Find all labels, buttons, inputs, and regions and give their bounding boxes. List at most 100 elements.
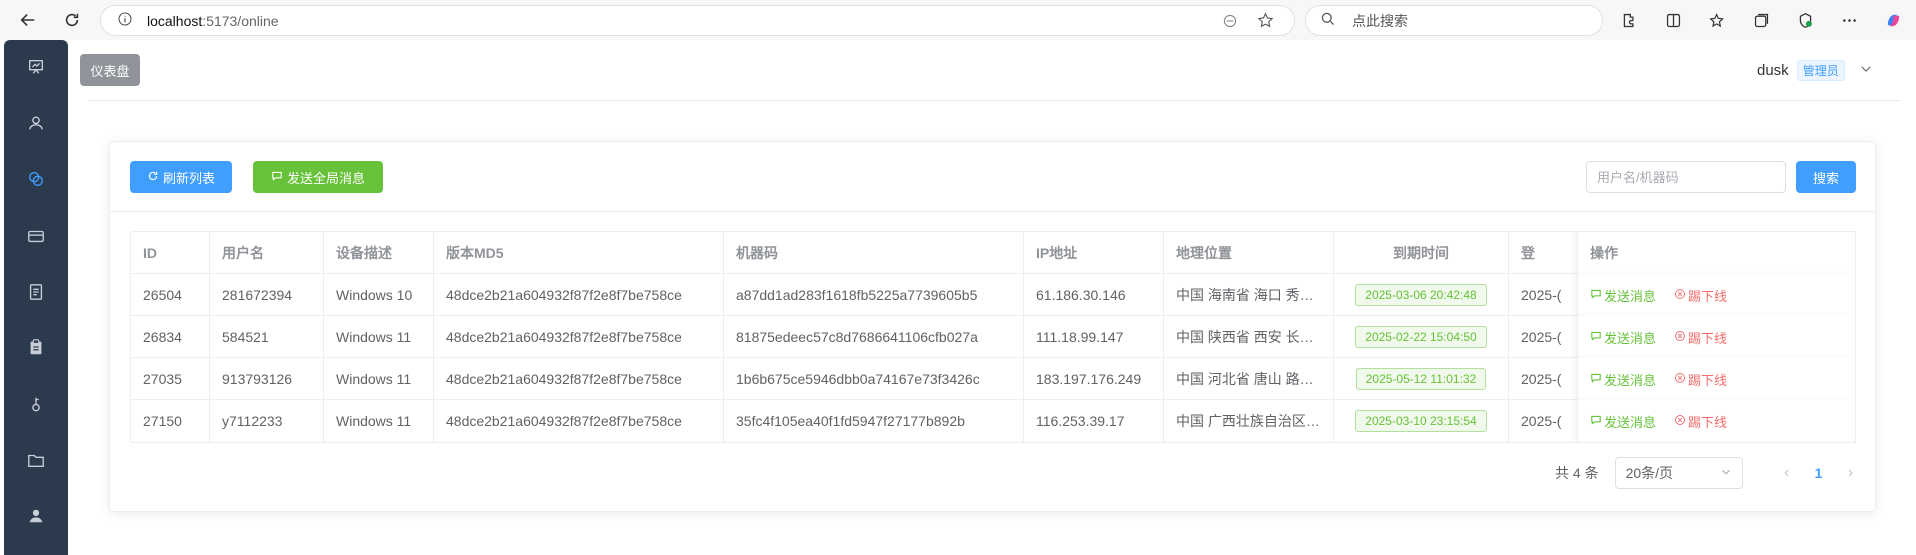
chevron-down-icon — [1720, 465, 1732, 481]
header-divider — [88, 100, 1900, 101]
card-icon — [27, 227, 45, 250]
close-circle-icon — [1674, 372, 1686, 387]
table-header-row: ID 用户名 设备描述 版本MD5 机器码 IP地址 地理位置 到期时间 登 操… — [131, 232, 1855, 274]
send-message-label: 发送消息 — [1604, 414, 1657, 430]
page-number-current[interactable]: 1 — [1801, 465, 1837, 481]
more-menu-icon[interactable] — [1835, 6, 1863, 34]
profile-icon — [27, 507, 45, 530]
sidebar-item-keys[interactable] — [4, 384, 68, 428]
chevron-down-icon[interactable] — [1859, 62, 1873, 80]
username: dusk — [1757, 62, 1789, 79]
sidebar-item-online[interactable] — [4, 159, 68, 203]
send-message-label: 发送消息 — [1604, 372, 1657, 388]
sidebar-item-dashboard[interactable] — [4, 47, 68, 91]
page-size-value: 20条/页 — [1625, 465, 1674, 481]
info-icon[interactable] — [117, 11, 133, 30]
split-screen-icon[interactable] — [1659, 6, 1687, 34]
kick-offline-link[interactable]: 踢下线 — [1674, 328, 1727, 347]
browser-toolbar: localhost:5173/online 点此搜索 — [0, 0, 1916, 40]
pagination-total: 共 4 条 — [1555, 465, 1599, 481]
address-bar[interactable]: localhost:5173/online — [100, 5, 1295, 36]
send-message-link[interactable]: 发送消息 — [1590, 370, 1656, 389]
cell-device: Windows 11 — [324, 358, 434, 400]
column-header-device: 设备描述 — [324, 232, 434, 274]
kick-offline-link[interactable]: 踢下线 — [1674, 286, 1727, 305]
column-header-md5: 版本MD5 — [434, 232, 724, 274]
sidebar — [4, 40, 68, 555]
cell-ip: 116.253.39.17 — [1024, 400, 1164, 442]
extensions-icon[interactable] — [1615, 6, 1643, 34]
message-icon — [1590, 288, 1602, 303]
cell-username: 584521 — [210, 316, 324, 358]
column-header-machine-code: 机器码 — [724, 232, 1024, 274]
send-message-link[interactable]: 发送消息 — [1590, 412, 1656, 431]
cell-expire: 2025-02-22 15:04:50 — [1334, 316, 1509, 358]
user-icon — [27, 114, 45, 137]
sidebar-item-files[interactable] — [4, 440, 68, 484]
cell-id: 27035 — [131, 358, 210, 400]
kick-offline-label: 踢下线 — [1688, 288, 1728, 304]
kick-offline-link[interactable]: 踢下线 — [1674, 412, 1727, 431]
back-icon[interactable] — [14, 6, 42, 34]
collections-icon[interactable] — [1747, 6, 1775, 34]
cell-actions: 发送消息 踢下线 — [1577, 316, 1855, 358]
cell-expire: 2025-03-10 23:15:54 — [1334, 400, 1509, 442]
send-message-label: 发送消息 — [1604, 288, 1657, 304]
copilot-icon[interactable] — [1879, 6, 1907, 34]
refresh-icon — [147, 170, 159, 185]
refresh-list-button[interactable]: 刷新列表 — [130, 161, 232, 193]
cell-location: 中国 广西壮族自治区… — [1164, 400, 1334, 442]
favorites-icon[interactable] — [1703, 6, 1731, 34]
favorite-star-icon[interactable] — [1257, 12, 1274, 32]
sidebar-item-profile[interactable] — [4, 496, 68, 540]
user-menu[interactable]: dusk 管理员 — [1757, 60, 1873, 81]
cell-md5: 48dce2b21a604932f87f2e8f7be758ce — [434, 274, 724, 316]
broadcast-message-label: 发送全局消息 — [286, 170, 365, 186]
broadcast-message-button[interactable]: 发送全局消息 — [253, 161, 383, 193]
translate-icon[interactable] — [1222, 13, 1238, 32]
location-text: 中国 河北省 唐山 路… — [1176, 371, 1314, 387]
cell-actions: 发送消息 踢下线 — [1577, 400, 1855, 442]
message-icon — [1590, 414, 1602, 429]
browser-actions — [1615, 6, 1907, 34]
kick-offline-link[interactable]: 踢下线 — [1674, 370, 1727, 389]
prev-page-button[interactable]: ‹ — [1773, 464, 1801, 482]
sidebar-item-tasks[interactable] — [4, 327, 68, 371]
expire-tag: 2025-02-22 15:04:50 — [1355, 326, 1487, 348]
table-row: 26504 281672394 Windows 10 48dce2b21a604… — [131, 274, 1855, 316]
cell-location: 中国 陕西省 西安 长… — [1164, 316, 1334, 358]
next-page-button[interactable]: › — [1837, 464, 1865, 482]
search-button[interactable]: 搜索 — [1796, 161, 1856, 193]
cell-md5: 48dce2b21a604932f87f2e8f7be758ce — [434, 358, 724, 400]
cell-device: Windows 11 — [324, 316, 434, 358]
cell-id: 26504 — [131, 274, 210, 316]
close-circle-icon — [1674, 330, 1686, 345]
send-message-link[interactable]: 发送消息 — [1590, 286, 1656, 305]
reload-icon[interactable] — [58, 6, 86, 34]
page-size-select[interactable]: 20条/页 — [1614, 457, 1743, 489]
cell-location: 中国 河北省 唐山 路… — [1164, 358, 1334, 400]
cell-machine-code: 1b6b675ce5946dbb0a74167e73f3426c — [724, 358, 1024, 400]
sidebar-item-users[interactable] — [4, 103, 68, 147]
cell-location: 中国 海南省 海口 秀… — [1164, 274, 1334, 316]
sidebar-item-cards[interactable] — [4, 216, 68, 260]
kick-offline-label: 踢下线 — [1688, 372, 1728, 388]
browser-search-bar[interactable]: 点此搜索 — [1305, 5, 1603, 36]
cell-username: 913793126 — [210, 358, 324, 400]
refresh-list-label: 刷新列表 — [162, 170, 215, 186]
sidebar-item-documents[interactable] — [4, 272, 68, 316]
column-header-ip: IP地址 — [1024, 232, 1164, 274]
cell-ip: 111.18.99.147 — [1024, 316, 1164, 358]
table-row: 27150 y7112233 Windows 11 48dce2b21a6049… — [131, 400, 1855, 442]
send-message-link[interactable]: 发送消息 — [1590, 328, 1656, 347]
search-input[interactable] — [1586, 161, 1786, 193]
url-host: localhost — [147, 12, 203, 29]
online-users-card: 刷新列表 发送全局消息 搜索 ID 用户名 设备描述 版本MD5 机器码 IP地… — [109, 141, 1876, 512]
folder-icon — [27, 451, 45, 474]
online-users-table: ID 用户名 设备描述 版本MD5 机器码 IP地址 地理位置 到期时间 登 操… — [130, 231, 1856, 443]
column-header-location: 地理位置 — [1164, 232, 1334, 274]
browser-essentials-icon[interactable] — [1791, 6, 1819, 34]
cell-ip: 61.186.30.146 — [1024, 274, 1164, 316]
kick-offline-label: 踢下线 — [1688, 330, 1728, 346]
dashboard-icon — [27, 58, 45, 81]
